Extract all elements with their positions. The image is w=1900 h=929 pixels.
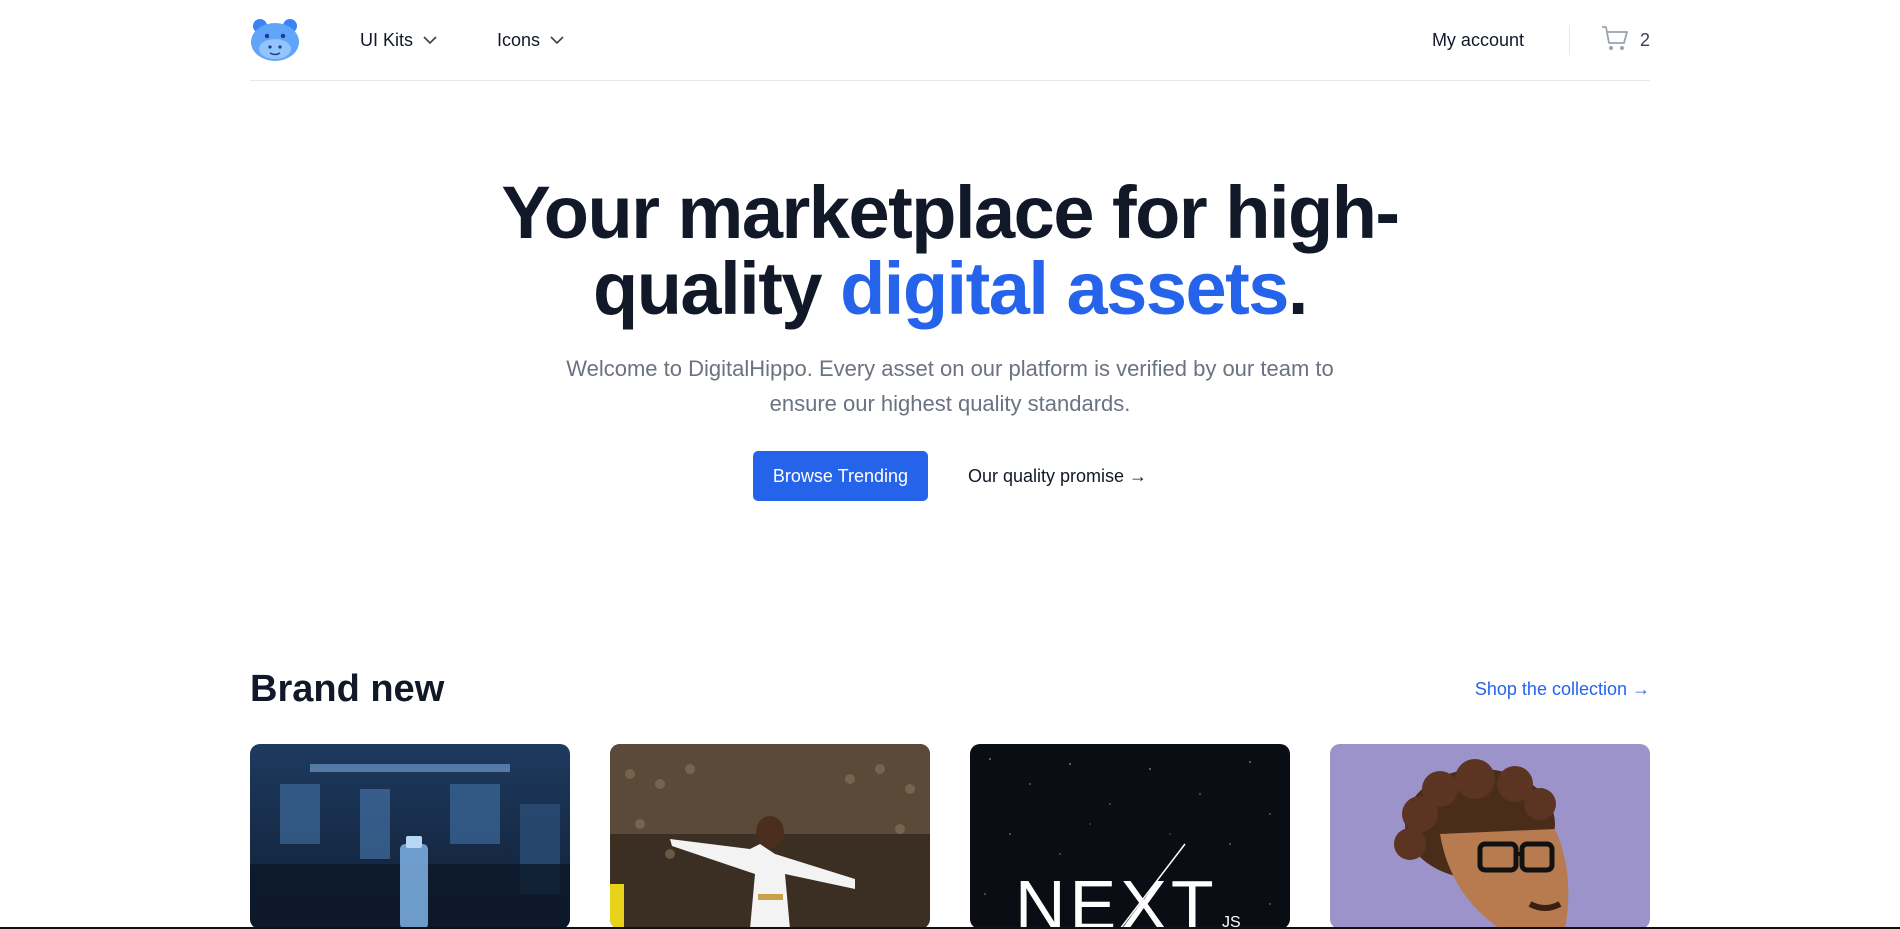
product-card[interactable] (610, 744, 930, 929)
hero-section: Your marketplace for high-quality digita… (0, 175, 1900, 501)
top-navbar: UI Kits Icons My account 2 (250, 0, 1650, 81)
brand-new-title: Brand new (250, 668, 445, 710)
hero-actions: Browse Trending Our quality promise → (0, 451, 1900, 501)
chevron-down-icon (423, 35, 437, 45)
water-bottle-gym-image (250, 744, 570, 929)
shopping-cart-icon (1600, 23, 1630, 58)
cart-count: 2 (1639, 29, 1650, 50)
product-card[interactable]: NEXT JS (970, 744, 1290, 929)
nav-divider (1568, 25, 1570, 55)
nav-right-group: My account 2 (1432, 0, 1650, 80)
nav-icons-label: Icons (497, 29, 541, 50)
nav-ui-kits-label: UI Kits (360, 29, 414, 50)
hero-title-end: . (1287, 247, 1309, 330)
hero-title: Your marketplace for high-quality digita… (470, 175, 1430, 327)
hippo-logo-icon[interactable] (250, 18, 300, 62)
brand-new-header: Brand new Shop the collection → (250, 668, 1650, 711)
football-player-celebrating-image (610, 744, 930, 929)
nextjs-wordmark: NEXT (1015, 866, 1218, 929)
shop-collection-link[interactable]: Shop the collection → (1475, 679, 1650, 700)
cart-button[interactable]: 2 (1600, 23, 1650, 58)
nav-icons[interactable]: Icons (497, 30, 564, 51)
quality-promise-button[interactable]: Our quality promise → (968, 466, 1147, 487)
product-cards: NEXT JS (250, 744, 1650, 929)
product-card[interactable] (250, 744, 570, 929)
cartoon-avatar-glasses-image (1330, 744, 1650, 929)
hero-title-accent: digital assets (840, 247, 1289, 330)
nav-ui-kits[interactable]: UI Kits (360, 30, 437, 51)
nextjs-logo-image: NEXT JS (970, 744, 1290, 929)
my-account-link[interactable]: My account (1432, 30, 1524, 51)
hero-subtitle: Welcome to DigitalHippo. Every asset on … (566, 356, 1334, 416)
product-card[interactable] (1330, 744, 1650, 929)
browse-trending-button[interactable]: Browse Trending (752, 451, 928, 501)
chevron-down-icon (550, 35, 564, 45)
